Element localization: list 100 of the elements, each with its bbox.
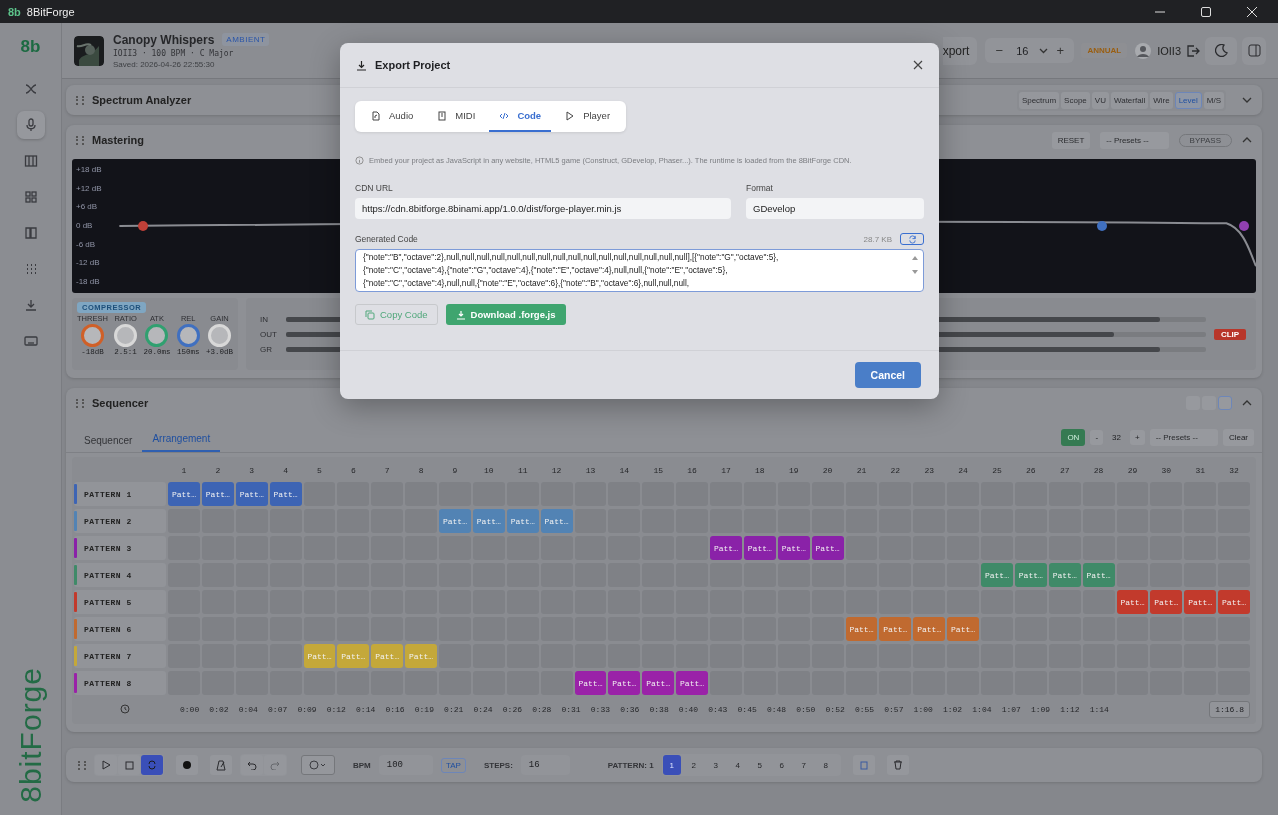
pattern-clip[interactable]: Patt… bbox=[574, 671, 607, 695]
grid-cell[interactable] bbox=[574, 509, 607, 533]
pattern-button[interactable]: 6 bbox=[772, 755, 791, 775]
record-button[interactable] bbox=[176, 755, 198, 775]
export-tab[interactable]: Code bbox=[489, 101, 552, 132]
theme-toggle-button[interactable] bbox=[1205, 36, 1237, 65]
pattern-clip[interactable]: Patt… bbox=[235, 482, 268, 506]
logout-icon[interactable] bbox=[1186, 43, 1200, 58]
eq-node[interactable] bbox=[138, 221, 149, 231]
pattern-button[interactable]: 5 bbox=[750, 755, 769, 775]
pattern-button[interactable]: 2 bbox=[684, 755, 703, 775]
pattern-clip[interactable]: Patt… bbox=[947, 617, 979, 641]
download-button[interactable]: Download .forge.js bbox=[445, 304, 566, 325]
refresh-button[interactable] bbox=[900, 233, 924, 245]
panel-view-button[interactable] bbox=[1218, 396, 1232, 410]
pattern-clip[interactable]: Patt… bbox=[1048, 563, 1081, 587]
pattern-clip[interactable]: Patt… bbox=[676, 671, 708, 695]
export-tab[interactable]: MIDI bbox=[427, 101, 486, 132]
eq-node[interactable] bbox=[1097, 221, 1108, 231]
reset-button[interactable]: RESET bbox=[1051, 131, 1091, 149]
scroll-arrows-icon[interactable] bbox=[911, 254, 919, 276]
zoom-select[interactable]: 16 bbox=[1011, 44, 1034, 57]
track-label[interactable]: PATTERN 5 bbox=[74, 590, 166, 614]
pattern-button[interactable]: 7 bbox=[794, 755, 813, 775]
zoom-in-button[interactable]: + bbox=[1054, 43, 1067, 58]
drag-handle[interactable] bbox=[78, 760, 86, 770]
grid-cell[interactable] bbox=[1116, 563, 1149, 587]
increase-button[interactable]: + bbox=[1129, 430, 1145, 445]
pattern-clip[interactable]: Patt… bbox=[913, 617, 946, 641]
cancel-button[interactable]: Cancel bbox=[854, 362, 921, 388]
chevron-down-icon[interactable] bbox=[1242, 97, 1252, 103]
sequencer-tab[interactable]: Sequencer bbox=[74, 429, 143, 452]
knob[interactable] bbox=[176, 324, 200, 347]
close-icon[interactable] bbox=[913, 60, 923, 70]
pattern-clip[interactable]: Patt… bbox=[1218, 590, 1250, 614]
pattern-clip[interactable]: Patt… bbox=[168, 482, 200, 506]
view-tab[interactable]: Wire bbox=[1150, 91, 1173, 109]
pattern-clip[interactable]: Patt… bbox=[608, 671, 641, 695]
drag-handle[interactable] bbox=[76, 95, 84, 105]
nav-item[interactable] bbox=[16, 111, 45, 139]
metronome-button[interactable] bbox=[210, 755, 232, 775]
drag-handle[interactable] bbox=[76, 398, 84, 408]
clear-button[interactable]: Clear bbox=[1222, 429, 1254, 446]
preset-select[interactable]: -- Presets -- bbox=[1149, 429, 1218, 446]
pattern-clip[interactable]: Patt… bbox=[811, 536, 844, 560]
delete-button[interactable] bbox=[886, 755, 909, 775]
track-label[interactable]: PATTERN 8 bbox=[74, 671, 166, 695]
pattern-clip[interactable]: Patt… bbox=[845, 617, 878, 641]
bpm-field[interactable]: 100 bbox=[378, 755, 433, 775]
pattern-clip[interactable]: Patt… bbox=[1014, 563, 1047, 587]
pattern-clip[interactable]: Patt… bbox=[540, 509, 573, 533]
pattern-clip[interactable]: Patt… bbox=[710, 536, 742, 560]
export-tab[interactable]: Player bbox=[555, 101, 621, 132]
knob[interactable] bbox=[80, 324, 104, 347]
pattern-clip[interactable]: Patt… bbox=[1116, 590, 1149, 614]
copy-button[interactable] bbox=[852, 755, 875, 775]
help-dropdown[interactable] bbox=[301, 755, 335, 775]
track-label[interactable]: PATTERN 1 bbox=[74, 482, 166, 506]
pattern-clip[interactable]: Patt… bbox=[642, 671, 675, 695]
pattern-clip[interactable]: Patt… bbox=[981, 563, 1013, 587]
avatar[interactable] bbox=[1134, 41, 1153, 60]
pattern-clip[interactable]: Patt… bbox=[269, 482, 302, 506]
chevron-up-icon[interactable] bbox=[1242, 137, 1252, 143]
knob[interactable] bbox=[145, 324, 169, 347]
track-label[interactable]: PATTERN 4 bbox=[74, 563, 166, 587]
track-label[interactable]: PATTERN 6 bbox=[74, 617, 166, 641]
chevron-up-icon[interactable] bbox=[1242, 400, 1252, 406]
pattern-clip[interactable]: Patt… bbox=[472, 509, 505, 533]
user-name[interactable]: IOII3 bbox=[1157, 44, 1181, 57]
cdn-url-field[interactable]: https://cdn.8bitforge.8binami.app/1.0.0/dist/forge-player.min.js bbox=[355, 198, 731, 219]
pattern-button[interactable]: 8 bbox=[816, 755, 835, 775]
eq-node[interactable] bbox=[1239, 221, 1250, 231]
track-label[interactable]: PATTERN 2 bbox=[74, 509, 166, 533]
grid-cell[interactable] bbox=[845, 536, 878, 560]
pattern-clip[interactable]: Patt… bbox=[743, 536, 776, 560]
maximize-icon[interactable] bbox=[1200, 5, 1212, 18]
view-tab[interactable]: VU bbox=[1091, 91, 1109, 109]
pattern-button[interactable]: 3 bbox=[706, 755, 725, 775]
view-tab[interactable]: M/S bbox=[1203, 91, 1224, 109]
panel-toggle-button[interactable] bbox=[1242, 36, 1266, 65]
pattern-clip[interactable]: Patt… bbox=[1082, 563, 1115, 587]
view-tab[interactable]: Waterfall bbox=[1110, 91, 1149, 109]
drag-handle[interactable] bbox=[76, 135, 84, 145]
loop-toggle[interactable]: ON bbox=[1061, 429, 1086, 446]
track-label[interactable]: PATTERN 3 bbox=[74, 536, 166, 560]
pattern-button[interactable]: 4 bbox=[728, 755, 747, 775]
export-button[interactable]: xport bbox=[942, 36, 978, 65]
pattern-clip[interactable]: Patt… bbox=[439, 509, 471, 533]
view-tab[interactable]: Scope bbox=[1061, 91, 1090, 109]
export-tab[interactable]: Audio bbox=[361, 101, 424, 132]
pattern-clip[interactable]: Patt… bbox=[879, 617, 912, 641]
steps-field[interactable]: 16 bbox=[520, 755, 570, 775]
format-select[interactable]: GDevelop bbox=[746, 198, 924, 219]
view-tab[interactable]: Level bbox=[1174, 91, 1202, 109]
zoom-out-button[interactable]: − bbox=[993, 43, 1006, 58]
code-field[interactable]: {"note":"B","octave":2},null,null,null,null,null,null,null,null,null,null,null,null,null,null,null,null],[{"note":"G","octave":5}, {"note":"C","octave":4},{"note":"G","octave":4},{"note":"E","octave":4},null,null,{"note":"E","octave":5}, {"note":"C","octave":4},null,null,{"note":"E","octave":6},{"note":"B","octave":6},null,null,null, bbox=[355, 249, 924, 292]
decrease-button[interactable]: - bbox=[1090, 430, 1104, 445]
pattern-clip[interactable]: Patt… bbox=[506, 509, 539, 533]
pattern-clip[interactable]: Patt… bbox=[1184, 590, 1217, 614]
preset-select[interactable]: -- Presets -- bbox=[1100, 131, 1169, 149]
